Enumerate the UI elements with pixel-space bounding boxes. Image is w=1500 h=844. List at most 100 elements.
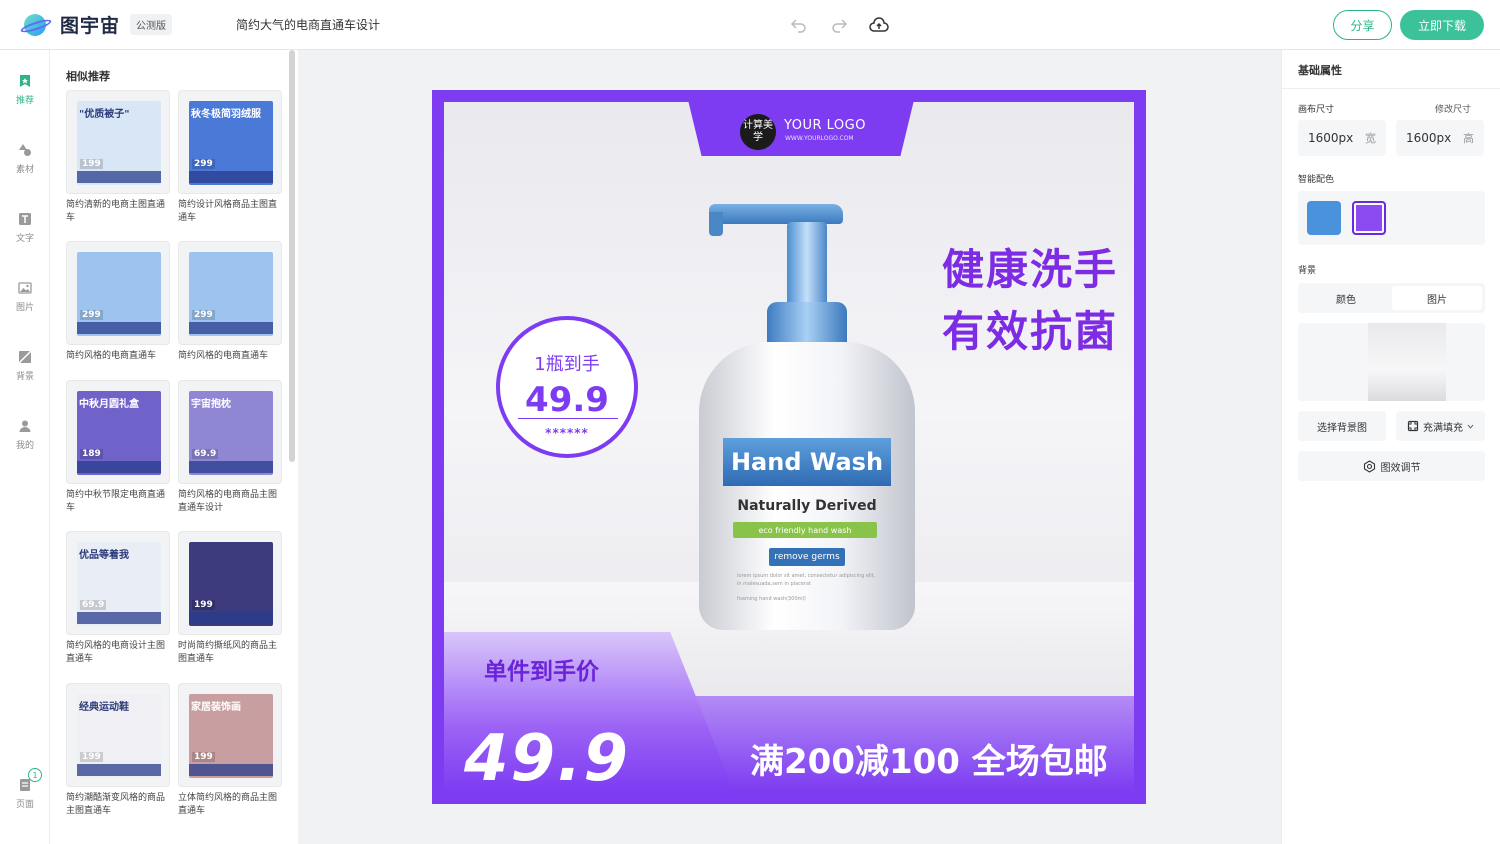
template-card[interactable]: 优品等着我 69.9 简约风格的电商设计主图直通车 [66,531,170,666]
redo-icon[interactable] [828,14,850,36]
document-title[interactable]: 简约大气的电商直通车设计 [236,16,380,33]
template-price: 199 [80,752,103,762]
big-price[interactable]: 49.9 [464,722,630,792]
template-headline: 中秋月圆礼盒 [79,399,139,410]
template-card[interactable]: 秋冬极简羽绒服 299 简约设计风格商品主图直通车 [178,90,282,225]
template-price-tag [77,171,161,183]
height-input[interactable]: 1600px 高 [1396,120,1484,156]
nav-label: 我的 [15,441,34,451]
template-thumbnail: 199 [178,531,282,635]
hand-wash-bottle-image[interactable]: Hand Wash Naturally Derived eco friendly… [689,202,919,630]
template-price-tag [77,612,161,624]
price-circle-badge[interactable]: 1瓶到手 49.9 ****** [496,316,638,458]
template-thumbnail: 中秋月圆礼盒 189 [66,380,170,484]
nav-label: 文字 [15,234,34,244]
template-thumbnail: 299 [178,241,282,345]
brand-logo-url[interactable]: WWW.YOURLOGO.COM [785,135,854,142]
template-name: 简约风格的电商商品主图直通车设计 [178,490,278,513]
canvas-size-label: 画布尺寸 [1298,105,1335,115]
template-headline: 秋冬极简羽绒服 [191,109,261,120]
canvas-background: 计算美学 YOUR LOGO WWW.YOURLOGO.COM 健康洗手 有效抗… [444,102,1134,792]
brand-logo-text[interactable]: YOUR LOGO [784,118,866,133]
nav-label: 图片 [15,303,34,313]
bg-tab-color[interactable]: 颜色 [1301,286,1391,310]
template-headline: 家居装饰画 [191,702,241,713]
template-card[interactable]: 299 简约风格的电商直通车 [66,241,170,363]
pump-nozzle [709,212,723,236]
bg-tab-image[interactable]: 图片 [1392,286,1482,310]
image-effects-button[interactable]: 图效调节 [1298,451,1485,481]
template-scrollbar[interactable] [289,50,295,462]
template-name: 简约设计风格商品主图直通车 [178,200,278,223]
promo-text[interactable]: 满200减100 全场包邮 [750,734,1108,783]
nav-label: 背景 [15,372,34,382]
template-name: 简约潮酷渐变风格的商品主图直通车 [66,793,166,816]
template-name: 简约风格的电商直通车 [66,351,157,361]
share-button[interactable]: 分享 [1333,10,1392,40]
headline-line-2[interactable]: 有效抗菌 [942,298,1118,359]
fill-mode-select[interactable]: 充满填充 [1396,411,1485,441]
nav-item-recommend[interactable]: 推荐 [0,74,50,106]
smart-color-label: 智能配色 [1298,175,1335,185]
template-panel: 相似推荐 "优质被子" 199 简约清新的电商主图直通车 秋冬极简羽绒服 299 简约设计… [50,50,298,844]
template-headline: "优质被子" [79,109,130,120]
nav-item-text[interactable]: 文字 [0,212,50,244]
template-thumbnail: 经典运动鞋 199 [66,683,170,787]
nav-item-materials[interactable]: 素材 [0,143,50,175]
nav-item-pages[interactable]: 1 页面 [0,768,50,810]
template-card[interactable]: 199 时尚简约撕纸风的商品主图直通车 [178,531,282,666]
template-thumbnail: "优质被子" 199 [66,90,170,194]
headline-line-1[interactable]: 健康洗手 [942,236,1118,297]
template-card[interactable]: 299 简约风格的电商直通车 [178,241,282,363]
properties-title: 基础属性 [1298,64,1342,77]
circle-price: 49.9 [525,380,609,420]
pages-count-badge: 1 [28,768,42,782]
download-button[interactable]: 立即下载 [1400,10,1484,40]
template-card[interactable]: 宇宙抱枕 69.9 简约风格的电商商品主图直通车设计 [178,380,282,515]
template-price: 69.9 [80,600,107,610]
template-name: 简约风格的电商设计主图直通车 [66,641,166,664]
design-canvas[interactable]: 计算美学 YOUR LOGO WWW.YOURLOGO.COM 健康洗手 有效抗… [432,90,1146,804]
color-swatch-blue[interactable] [1307,201,1341,235]
template-headline: 优品等着我 [79,550,129,561]
template-card[interactable]: "优质被子" 199 简约清新的电商主图直通车 [66,90,170,225]
background-icon [18,350,32,364]
cloud-upload-icon[interactable] [868,14,890,36]
nav-item-images[interactable]: 图片 [0,281,50,313]
height-unit: 高 [1463,132,1474,145]
germs-label: remove germs [769,548,845,566]
image-icon [18,282,32,294]
image-effects-label: 图效调节 [1380,462,1421,474]
template-card[interactable]: 中秋月圆礼盒 189 简约中秋节限定电商直通车 [66,380,170,515]
undo-icon[interactable] [788,14,810,36]
nav-item-mine[interactable]: 我的 [0,419,50,451]
nav-label: 推荐 [15,96,34,106]
background-preview[interactable] [1298,323,1485,401]
app-logo[interactable]: 图宇宙 公测版 [19,11,173,38]
template-price-tag [189,171,273,183]
template-thumbnail: 家居装饰画 199 [178,683,282,787]
choose-background-button[interactable]: 选择背景图 [1298,411,1386,441]
template-price: 199 [80,159,103,169]
template-card[interactable]: 经典运动鞋 199 简约潮酷渐变风格的商品主图直通车 [66,683,170,818]
beta-badge: 公测版 [130,14,173,35]
planet-logo-icon [19,12,53,38]
color-swatch-purple[interactable] [1352,201,1386,235]
resize-link[interactable]: 修改尺寸 [1435,102,1471,115]
recommend-icon [20,75,30,87]
template-card[interactable]: 家居装饰画 199 立体简约风格的商品主图直通车 [178,683,282,818]
left-nav: 推荐 素材 文字 图片 背景 我的 1 页面 [0,50,50,844]
brand-logo-circle[interactable]: 计算美学 [740,114,776,150]
unit-price-label[interactable]: 单件到手价 [484,652,599,686]
product-subtitle: Naturally Derived [737,498,877,514]
template-price: 199 [192,600,215,610]
template-thumbnail: 宇宙抱枕 69.9 [178,380,282,484]
width-input[interactable]: 1600px 宽 [1298,120,1386,156]
template-name: 简约清新的电商主图直通车 [66,200,166,223]
template-thumbnail: 299 [66,241,170,345]
chevron-down-icon [1467,424,1474,429]
nav-item-background[interactable]: 背景 [0,350,50,382]
template-price: 189 [80,449,103,459]
template-price: 299 [80,310,103,320]
template-price-tag [189,764,273,776]
